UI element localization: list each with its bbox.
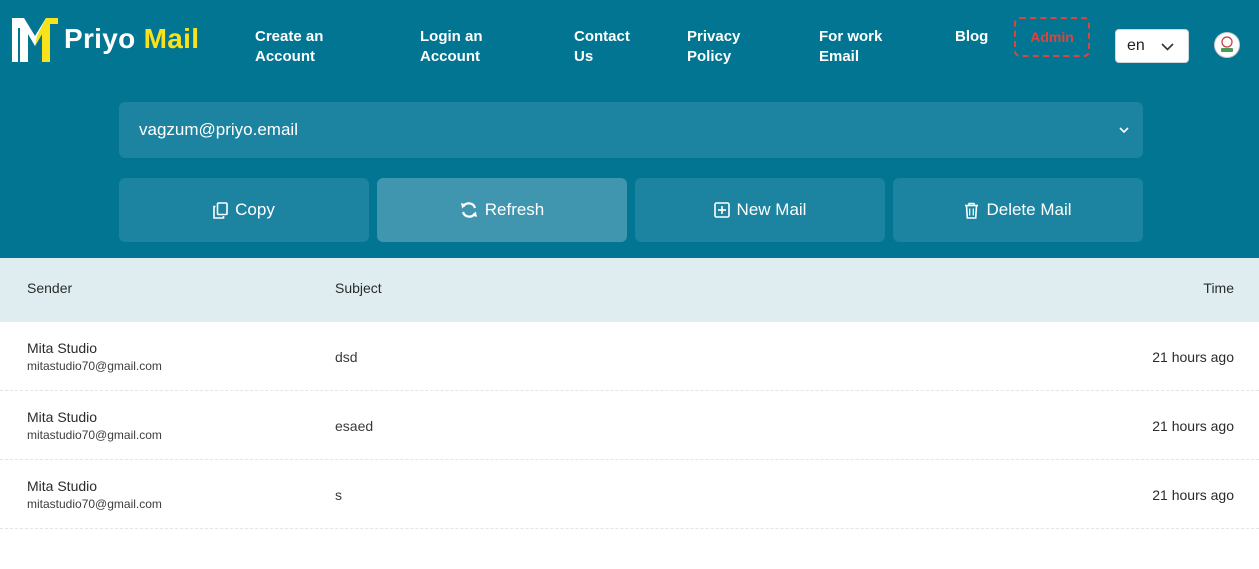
- user-avatar[interactable]: [1214, 32, 1240, 58]
- inbox-table-header: Sender Subject Time: [0, 258, 1259, 322]
- copy-icon: [213, 201, 228, 219]
- nav-contact-us-line1: Contact: [574, 28, 630, 45]
- new-mail-button-label: New Mail: [736, 200, 807, 219]
- trash-icon: [965, 202, 979, 219]
- refresh-icon: [460, 202, 477, 218]
- new-mail-button[interactable]: New Mail: [635, 178, 885, 242]
- mail-subject: esaed: [335, 418, 374, 434]
- mail-time: 21 hours ago: [1152, 487, 1234, 503]
- refresh-button-label: Refresh: [484, 200, 545, 219]
- brand-logo[interactable]: Priyo Mail: [10, 13, 199, 65]
- avatar-icon: [1216, 34, 1238, 56]
- sender-name: Mita Studio: [27, 478, 98, 494]
- nav-login-account-line1: Login an: [420, 28, 483, 45]
- nav-contact-us-link[interactable]: Contact Us: [574, 27, 630, 67]
- copy-button-label: Copy: [235, 200, 275, 219]
- nav-work-email-line1: For work: [819, 28, 883, 45]
- sender-column-header: Sender: [27, 280, 73, 296]
- mail-subject: dsd: [335, 349, 358, 365]
- brand-name-part1: Priyo: [64, 23, 136, 54]
- sender-email: mitastudio70@gmail.com: [27, 359, 162, 373]
- nav-create-account-line2: Account: [255, 48, 315, 65]
- brand-name: Priyo Mail: [64, 23, 199, 55]
- nav-work-email-link[interactable]: For work Email: [819, 27, 882, 67]
- nav-login-account-link[interactable]: Login an Account: [420, 27, 483, 67]
- delete-mail-button[interactable]: Delete Mail: [893, 178, 1143, 242]
- nav-blog-link[interactable]: Blog: [955, 27, 988, 47]
- chevron-down-icon: [1119, 127, 1129, 134]
- selected-email-address: vagzum@priyo.email: [139, 120, 298, 139]
- sender-name: Mita Studio: [27, 340, 98, 356]
- table-row[interactable]: Mita Studio mitastudio70@gmail.com s 21 …: [0, 460, 1259, 529]
- sender-email: mitastudio70@gmail.com: [27, 497, 162, 511]
- chevron-down-icon: [1161, 43, 1174, 51]
- table-row[interactable]: Mita Studio mitastudio70@gmail.com esaed…: [0, 391, 1259, 460]
- nav-create-account-link[interactable]: Create an Account: [255, 27, 323, 67]
- mail-time: 21 hours ago: [1152, 349, 1234, 365]
- time-column-header: Time: [1203, 280, 1234, 296]
- subject-column-header: Subject: [335, 280, 382, 296]
- table-row[interactable]: Mita Studio mitastudio70@gmail.com dsd 2…: [0, 322, 1259, 391]
- nav-create-account-line1: Create an: [255, 28, 324, 45]
- priyo-mail-logo-icon: [12, 18, 58, 62]
- copy-button[interactable]: Copy: [119, 178, 369, 242]
- sender-name: Mita Studio: [27, 409, 98, 425]
- nav-privacy-policy-link[interactable]: Privacy Policy: [687, 27, 740, 67]
- plus-square-icon: [713, 202, 730, 218]
- language-select[interactable]: en: [1115, 29, 1189, 63]
- language-selected-value: en: [1127, 37, 1145, 54]
- nav-login-account-line2: Account: [420, 48, 480, 65]
- admin-button[interactable]: Admin: [1014, 17, 1090, 57]
- header-hero: Priyo Mail Create an Account Login an Ac…: [0, 0, 1259, 258]
- delete-mail-button-label: Delete Mail: [986, 200, 1072, 219]
- mail-time: 21 hours ago: [1152, 418, 1234, 434]
- brand-name-part2: Mail: [143, 23, 200, 54]
- sender-email: mitastudio70@gmail.com: [27, 428, 162, 442]
- nav-privacy-policy-line1: Privacy: [687, 28, 741, 45]
- nav-contact-us-line2: Us: [574, 48, 594, 65]
- refresh-button[interactable]: Refresh: [377, 178, 627, 242]
- nav-privacy-policy-line2: Policy: [687, 48, 732, 65]
- mail-subject: s: [335, 487, 342, 503]
- email-address-select[interactable]: vagzum@priyo.email: [119, 102, 1143, 158]
- nav-work-email-line2: Email: [819, 48, 860, 65]
